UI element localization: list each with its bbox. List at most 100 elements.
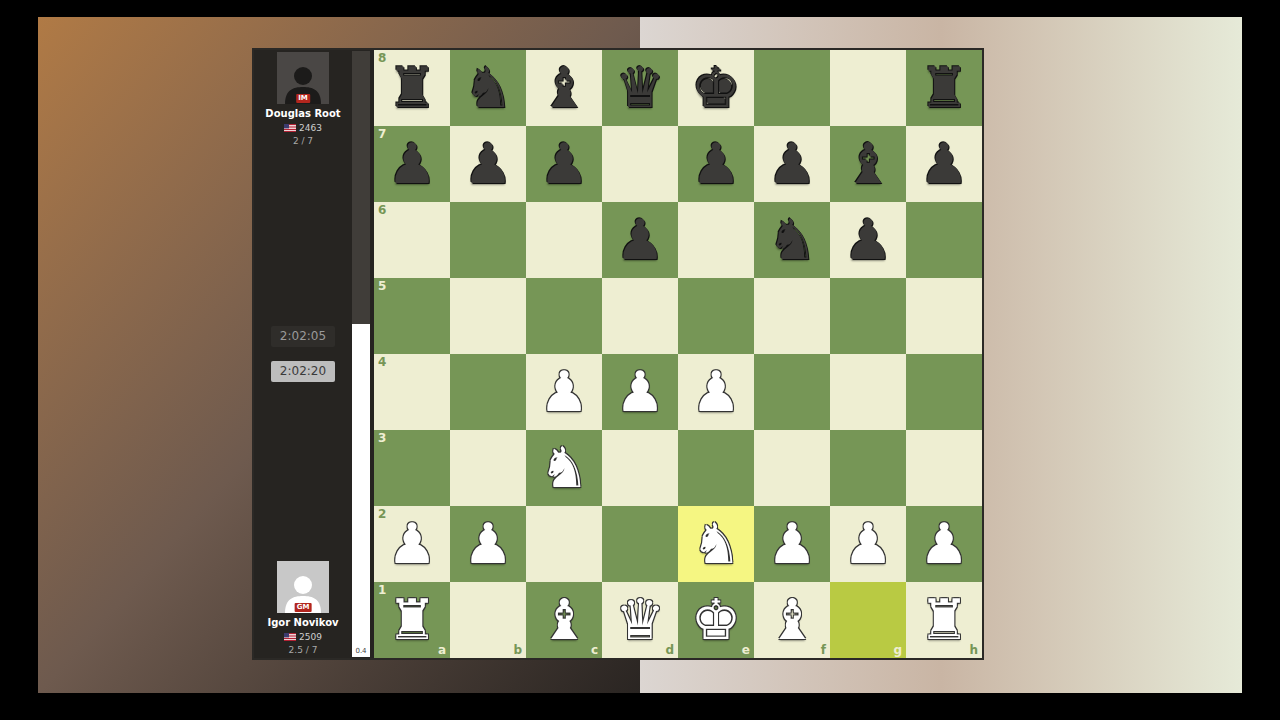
chess-piece[interactable]: ♟ [539,136,589,192]
board-square[interactable]: g [830,582,906,658]
board-square[interactable] [906,202,982,278]
board-square[interactable] [830,354,906,430]
chess-piece[interactable]: ♟ [387,136,437,192]
board-square[interactable]: ♟ [678,354,754,430]
chess-piece[interactable]: ♝ [767,592,817,648]
board-square[interactable]: ♟ [678,126,754,202]
board-square[interactable] [678,202,754,278]
board-square[interactable] [526,278,602,354]
board-square[interactable] [450,354,526,430]
chess-piece[interactable]: ♜ [919,592,969,648]
chess-piece[interactable]: ♝ [539,60,589,116]
chess-piece[interactable]: ♚ [691,60,741,116]
chess-piece[interactable]: ♝ [539,592,589,648]
board-square[interactable] [830,430,906,506]
board-square[interactable]: ♟ [602,202,678,278]
board-square[interactable]: ♟ [830,506,906,582]
board-square[interactable]: f♝ [754,582,830,658]
board-square[interactable]: ♟ [602,354,678,430]
player-name[interactable]: Douglas Root [265,108,340,121]
board-square[interactable]: ♟ [526,354,602,430]
board-square[interactable] [602,506,678,582]
board-square[interactable]: 8♜ [374,50,450,126]
board-square[interactable]: 6 [374,202,450,278]
chess-piece[interactable]: ♟ [691,136,741,192]
board-square[interactable]: ♟ [906,506,982,582]
chess-piece[interactable]: ♟ [843,516,893,572]
board-square[interactable] [450,278,526,354]
board-square[interactable]: e♚ [678,582,754,658]
board-square[interactable]: 7♟ [374,126,450,202]
board-square[interactable] [602,126,678,202]
board-square[interactable] [450,202,526,278]
board-square[interactable]: 4 [374,354,450,430]
board-square[interactable]: 2♟ [374,506,450,582]
board-square[interactable]: c♝ [526,582,602,658]
chess-piece[interactable]: ♟ [767,136,817,192]
board-square[interactable]: ♞ [450,50,526,126]
player-name[interactable]: Igor Novikov [267,617,338,630]
board-square[interactable] [754,50,830,126]
chess-piece[interactable]: ♟ [387,516,437,572]
board-square[interactable]: ♟ [830,202,906,278]
board-square[interactable]: ♟ [526,126,602,202]
board-square[interactable]: ♚ [678,50,754,126]
board-square[interactable]: b [450,582,526,658]
chess-piece[interactable]: ♞ [463,60,513,116]
board-square[interactable]: ♟ [754,506,830,582]
board-square[interactable]: ♜ [906,50,982,126]
board-square[interactable]: ♟ [906,126,982,202]
chess-piece[interactable]: ♟ [615,212,665,268]
board-square[interactable]: ♞ [754,202,830,278]
board-square[interactable]: 1a♜ [374,582,450,658]
chess-piece[interactable]: ♜ [387,60,437,116]
board-square[interactable] [602,430,678,506]
board-square[interactable] [906,354,982,430]
chess-piece[interactable]: ♟ [463,136,513,192]
chess-piece[interactable]: ♟ [767,516,817,572]
rank-label: 8 [378,52,386,64]
board-square[interactable]: ♞ [678,506,754,582]
board-square[interactable]: h♜ [906,582,982,658]
chess-piece[interactable]: ♟ [463,516,513,572]
board-square[interactable]: ♝ [526,50,602,126]
board-square[interactable] [678,278,754,354]
board-square[interactable] [906,278,982,354]
board-square[interactable] [754,430,830,506]
board-square[interactable]: ♟ [754,126,830,202]
board-square[interactable]: ♟ [450,506,526,582]
chess-piece[interactable]: ♛ [615,60,665,116]
chess-piece[interactable]: ♚ [691,592,741,648]
chess-piece[interactable]: ♝ [843,136,893,192]
board-square[interactable]: ♟ [450,126,526,202]
chess-piece[interactable]: ♟ [919,136,969,192]
board-square[interactable]: ♞ [526,430,602,506]
board-square[interactable]: ♝ [830,126,906,202]
chess-piece[interactable]: ♟ [691,364,741,420]
board-square[interactable] [906,430,982,506]
board-square[interactable] [450,430,526,506]
board-square[interactable] [754,278,830,354]
chess-piece[interactable]: ♟ [843,212,893,268]
board-square[interactable]: d♛ [602,582,678,658]
board-square[interactable] [830,50,906,126]
board-square[interactable]: 5 [374,278,450,354]
chess-piece[interactable]: ♟ [539,364,589,420]
board-square[interactable] [830,278,906,354]
board-square[interactable] [526,202,602,278]
chess-board[interactable]: 8♜♞♝♛♚♜7♟♟♟♟♟♝♟6♟♞♟54♟♟♟3♞2♟♟♞♟♟♟1a♜bc♝d… [374,50,982,658]
chess-piece[interactable]: ♟ [919,516,969,572]
chess-piece[interactable]: ♞ [539,440,589,496]
board-square[interactable]: 3 [374,430,450,506]
board-square[interactable] [754,354,830,430]
chess-piece[interactable]: ♞ [767,212,817,268]
chess-piece[interactable]: ♟ [615,364,665,420]
chess-piece[interactable]: ♞ [691,516,741,572]
board-square[interactable] [526,506,602,582]
chess-piece[interactable]: ♜ [919,60,969,116]
chess-piece[interactable]: ♜ [387,592,437,648]
board-square[interactable] [602,278,678,354]
board-square[interactable]: ♛ [602,50,678,126]
chess-piece[interactable]: ♛ [615,592,665,648]
board-square[interactable] [678,430,754,506]
